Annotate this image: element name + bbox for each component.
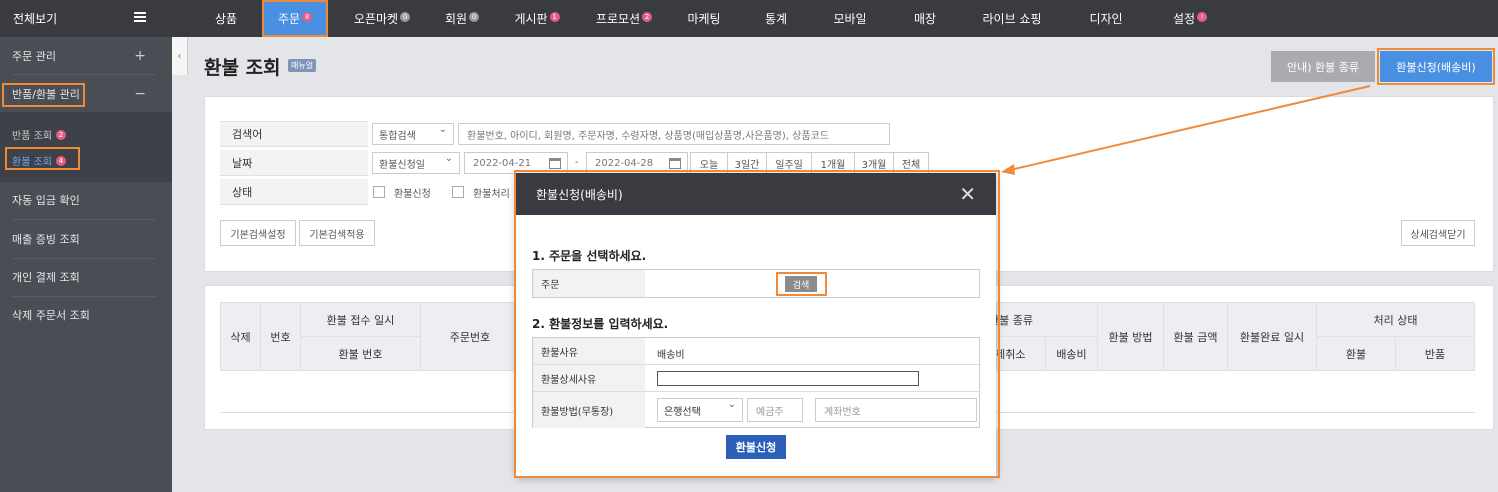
highlight-box	[514, 170, 1000, 478]
